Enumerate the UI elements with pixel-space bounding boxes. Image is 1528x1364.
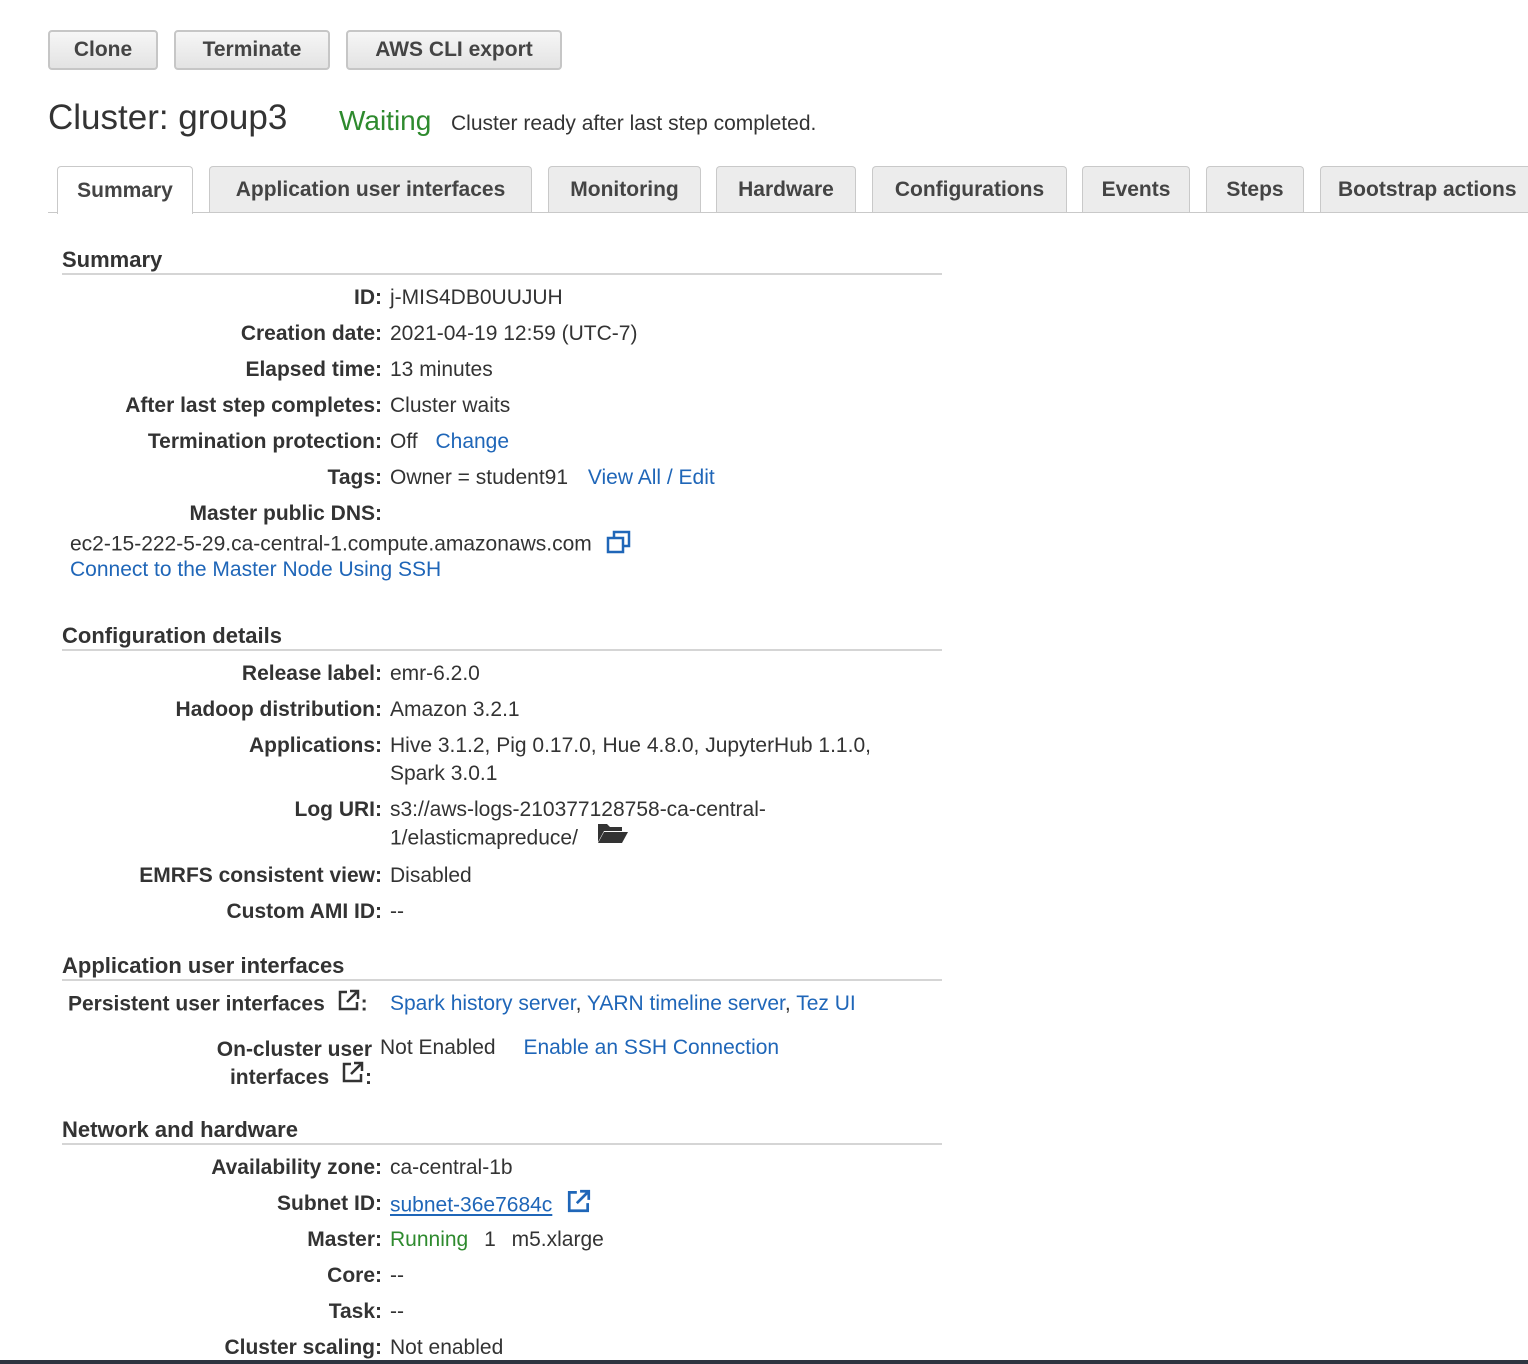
termination-protection-value: Off (390, 430, 418, 453)
bottom-edge (0, 1360, 1528, 1364)
after-last-step-value: Cluster waits (390, 394, 511, 417)
yarn-timeline-server-link[interactable]: YARN timeline server (587, 992, 785, 1015)
release-label-value: emr-6.2.0 (390, 662, 480, 685)
id-value: j-MIS4DB0UUJUH (390, 286, 563, 309)
folder-open-icon[interactable] (596, 820, 630, 852)
termination-protection-row: Off Change (390, 430, 509, 454)
network-hardware-heading: Network and hardware (62, 1117, 298, 1142)
cluster-status: Waiting (339, 105, 432, 136)
master-dns-label: Master public DNS: (189, 502, 382, 525)
after-last-step-label: After last step completes: (125, 394, 382, 417)
id-label: ID: (354, 286, 382, 309)
core-label: Core: (327, 1264, 382, 1287)
application-ui-divider (62, 979, 942, 981)
creation-date-label: Creation date: (240, 322, 382, 345)
tab-summary[interactable]: Summary (57, 166, 193, 214)
link-separator: , (575, 992, 582, 1015)
tags-row: Owner = student91 View All / Edit (390, 466, 715, 490)
summary-divider (62, 273, 942, 275)
tab-application-user-interfaces[interactable]: Application user interfaces (209, 166, 532, 212)
cluster-status-message: Cluster ready after last step completed. (451, 112, 817, 135)
master-row: Running 1 m5.xlarge (390, 1228, 604, 1252)
release-label-label: Release label: (241, 662, 382, 685)
external-link-icon (341, 1060, 365, 1092)
clone-button[interactable]: Clone (48, 30, 158, 70)
tab-monitoring[interactable]: Monitoring (548, 166, 701, 212)
summary-heading: Summary (62, 247, 163, 272)
subnet-id-label: Subnet ID: (277, 1192, 382, 1215)
spark-history-server-link[interactable]: Spark history server (390, 992, 576, 1015)
persistent-ui-label: Persistent user interfaces (68, 992, 325, 1016)
connect-ssh-link[interactable]: Connect to the Master Node Using SSH (70, 558, 441, 582)
cluster-scaling-label: Cluster scaling: (224, 1336, 382, 1359)
terminate-button[interactable]: Terminate (174, 30, 330, 70)
emrfs-label: EMRFS consistent view: (139, 864, 382, 887)
master-status: Running (390, 1228, 469, 1251)
tags-label: Tags: (327, 466, 382, 489)
persistent-ui-links: Spark history server, YARN timeline serv… (390, 992, 856, 1016)
view-all-edit-tags-link[interactable]: View All / Edit (588, 466, 715, 489)
master-label: Master: (307, 1228, 382, 1251)
on-cluster-ui-value: Not Enabled (380, 1036, 496, 1059)
link-separator: , (784, 992, 791, 1015)
master-dns-value: ec2-15-222-5-29.ca-central-1.compute.ama… (70, 532, 592, 556)
subnet-id-row: subnet-36e7684c (390, 1189, 592, 1220)
external-link-icon[interactable] (566, 1188, 592, 1220)
creation-date-value: 2021-04-19 12:59 (UTC-7) (390, 322, 638, 345)
on-cluster-ui-colon: : (365, 1066, 372, 1089)
tab-events[interactable]: Events (1082, 166, 1190, 212)
configuration-details-heading: Configuration details (62, 623, 282, 648)
tab-bootstrap-actions[interactable]: Bootstrap actions (1320, 166, 1528, 212)
log-uri-value-line2: 1/elasticmapreduce/ (390, 826, 578, 850)
copy-icon[interactable] (606, 530, 632, 560)
tab-steps[interactable]: Steps (1206, 166, 1304, 212)
hadoop-distribution-label: Hadoop distribution: (175, 698, 382, 721)
elapsed-time-label: Elapsed time: (245, 358, 382, 381)
network-hardware-divider (62, 1143, 942, 1145)
tez-ui-link[interactable]: Tez UI (796, 992, 856, 1015)
enable-ssh-connection-link[interactable]: Enable an SSH Connection (523, 1036, 779, 1059)
applications-label: Applications: (248, 734, 382, 757)
task-value: -- (390, 1300, 404, 1323)
task-label: Task: (328, 1300, 382, 1323)
on-cluster-ui-label-line2: interfaces (229, 1066, 330, 1089)
master-count: 1 (484, 1228, 496, 1251)
custom-ami-value: -- (390, 900, 404, 923)
applications-value-line2: Spark 3.0.1 (390, 762, 498, 785)
elapsed-time-value: 13 minutes (390, 358, 493, 381)
core-value: -- (390, 1264, 404, 1287)
tab-hardware[interactable]: Hardware (716, 166, 856, 212)
aws-cli-export-button[interactable]: AWS CLI export (346, 30, 562, 70)
hadoop-distribution-value: Amazon 3.2.1 (390, 698, 520, 721)
log-uri-row-2: 1/elasticmapreduce/ (390, 824, 630, 852)
cluster-scaling-value: Not enabled (390, 1336, 504, 1359)
persistent-ui-colon: : (360, 992, 368, 1016)
availability-zone-value: ca-central-1b (390, 1156, 513, 1179)
applications-value-line1: Hive 3.1.2, Pig 0.17.0, Hue 4.8.0, Jupyt… (390, 734, 871, 757)
external-link-icon (337, 988, 361, 1018)
availability-zone-label: Availability zone: (211, 1156, 382, 1179)
configuration-divider (62, 649, 942, 651)
on-cluster-ui-label: On-cluster user interfaces : (217, 1036, 372, 1092)
persistent-ui-label-row: Persistent user interfaces : (68, 989, 368, 1018)
page-title: Cluster: group3 (48, 98, 288, 137)
subnet-id-link[interactable]: subnet-36e7684c (390, 1194, 552, 1217)
log-uri-label: Log URI: (294, 798, 382, 821)
termination-protection-label: Termination protection: (147, 430, 382, 453)
master-dns-row: ec2-15-222-5-29.ca-central-1.compute.ama… (70, 530, 632, 560)
on-cluster-ui-label-line2-row: interfaces : (217, 1062, 372, 1092)
master-instance-type: m5.xlarge (511, 1228, 604, 1251)
on-cluster-ui-row: Not Enabled Enable an SSH Connection (380, 1036, 779, 1060)
tab-configurations[interactable]: Configurations (872, 166, 1067, 212)
change-termination-link[interactable]: Change (435, 430, 509, 453)
tabs-divider (48, 212, 1528, 213)
log-uri-value-line1: s3://aws-logs-210377128758-ca-central- (390, 798, 766, 821)
custom-ami-label: Custom AMI ID: (226, 900, 382, 923)
application-ui-heading: Application user interfaces (62, 953, 345, 978)
emrfs-value: Disabled (390, 864, 472, 887)
tags-value: Owner = student91 (390, 466, 569, 489)
